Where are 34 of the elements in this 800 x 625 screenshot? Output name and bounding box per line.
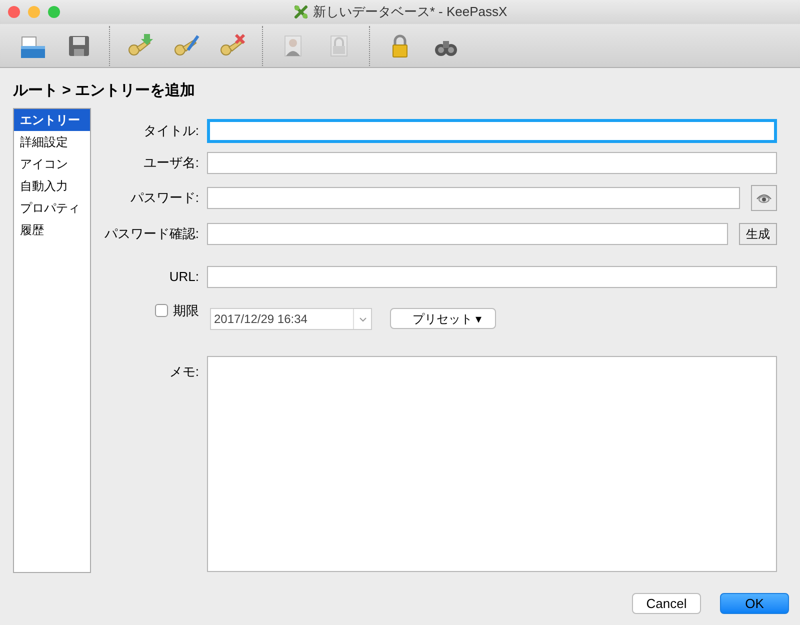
notes-field[interactable] bbox=[207, 356, 777, 572]
expiry-checkbox[interactable] bbox=[155, 304, 168, 318]
ok-button[interactable]: OK bbox=[720, 593, 789, 614]
text-field[interactable] bbox=[207, 266, 777, 288]
category-item[interactable]: 自動入力 bbox=[14, 175, 90, 197]
category-item[interactable]: 詳細設定 bbox=[14, 131, 90, 153]
text-field[interactable] bbox=[207, 119, 777, 143]
eye-icon bbox=[756, 192, 772, 204]
text-field[interactable] bbox=[207, 152, 777, 174]
zoom-button[interactable] bbox=[48, 6, 60, 18]
category-item[interactable]: アイコン bbox=[14, 153, 90, 175]
field-label: パスワード確認: bbox=[103, 225, 200, 244]
show-password-button[interactable] bbox=[751, 185, 777, 211]
cancel-button[interactable]: Cancel bbox=[632, 593, 701, 614]
text-field[interactable] bbox=[207, 187, 740, 209]
generate-button[interactable]: 生成 bbox=[739, 223, 777, 245]
category-item[interactable]: エントリー bbox=[14, 109, 90, 131]
app-icon bbox=[292, 4, 309, 20]
date-time-field[interactable]: 2017/12/29 16:34 bbox=[210, 308, 372, 330]
field-label: URL: bbox=[168, 268, 200, 286]
minimize-button[interactable] bbox=[28, 6, 40, 18]
close-button[interactable] bbox=[8, 6, 20, 18]
field-label: タイトル: bbox=[142, 122, 200, 140]
category-item[interactable]: プロパティ bbox=[14, 197, 90, 219]
window-title: 新しいデータベース* - KeePassX bbox=[312, 3, 508, 22]
chevron-down-icon bbox=[358, 316, 366, 322]
field-label: パスワード: bbox=[129, 189, 200, 208]
page-heading: ルート > エントリーを追加 bbox=[12, 81, 196, 101]
text-field[interactable] bbox=[207, 223, 728, 245]
field-label: メモ: bbox=[168, 363, 200, 381]
field-label: ユーザ名: bbox=[142, 154, 200, 172]
expiry-label: 期限 bbox=[173, 302, 199, 320]
preset-button[interactable]: プリセット ▾ bbox=[390, 308, 496, 329]
category-item[interactable]: 履歴 bbox=[14, 219, 90, 241]
